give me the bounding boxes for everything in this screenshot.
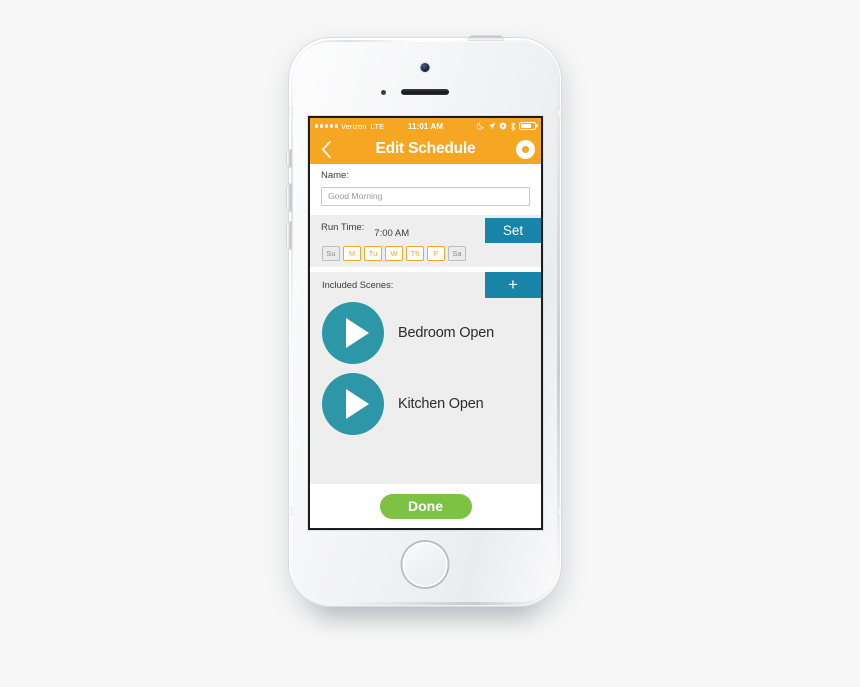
play-triangle: [345, 318, 369, 348]
list-item[interactable]: Bedroom Open: [310, 298, 541, 369]
home-button[interactable]: [402, 542, 448, 587]
day-button-sa[interactable]: Sa: [448, 245, 466, 261]
schedule-name-input[interactable]: [321, 186, 530, 206]
day-button-f[interactable]: F: [427, 245, 445, 261]
carrier-label: Verizon: [340, 121, 367, 131]
mute-switch[interactable]: [287, 150, 291, 167]
name-section: Name:: [310, 164, 541, 215]
signal-dot: [329, 124, 334, 128]
scene-name-label: Bedroom Open: [398, 325, 494, 341]
battery-fill: [521, 124, 532, 128]
status-bar-icons: [477, 121, 536, 131]
play-triangle: [345, 389, 369, 419]
add-scene-button[interactable]: +: [485, 271, 541, 298]
day-button-su[interactable]: Su: [322, 245, 340, 261]
status-bar: Verizon LTE 11:01 AM: [310, 118, 541, 134]
run-time-value: 7:00 AM: [374, 227, 410, 239]
antenna-band-right-bottom: [558, 508, 561, 515]
chevron-left-icon: [321, 140, 331, 158]
day-button-m[interactable]: M: [343, 245, 361, 261]
name-label: Name:: [321, 170, 349, 181]
signal-dot: [319, 124, 324, 128]
moon-icon: [477, 122, 484, 130]
play-icon[interactable]: [322, 373, 384, 435]
day-button-th[interactable]: Th: [406, 245, 424, 261]
page-title: Edit Schedule: [375, 140, 476, 157]
set-time-button[interactable]: Set: [485, 217, 541, 243]
antenna-band-right-top: [558, 110, 561, 117]
footer-bar: Done: [310, 484, 541, 528]
included-scenes-label: Included Scenes:: [322, 279, 394, 290]
antenna-band-left-bottom: [289, 508, 292, 515]
scene-name-label: Kitchen Open: [398, 396, 484, 412]
included-scenes-header: Included Scenes: +: [310, 271, 541, 298]
rotation-lock-icon: [499, 122, 507, 130]
signal-dot: [315, 124, 319, 128]
phone-screen: Verizon LTE 11:01 AM Edit Schedule Name:…: [310, 118, 541, 528]
signal-dot: [324, 124, 329, 128]
network-type-label: LTE: [370, 121, 385, 131]
run-time-row: Run Time: 7:00 AM Set: [310, 217, 541, 243]
iphone-device-frame: Verizon LTE 11:01 AM Edit Schedule Name:…: [287, 35, 561, 606]
bluetooth-icon: [510, 121, 516, 131]
done-button[interactable]: Done: [379, 493, 472, 519]
day-of-week-selector: Su M Tu W Th F Sa: [310, 242, 541, 261]
signal-dot: [334, 124, 338, 128]
proximity-sensor-icon: [381, 90, 386, 95]
play-icon[interactable]: [322, 302, 384, 364]
battery-icon: [519, 122, 536, 130]
front-camera-icon: [420, 63, 430, 72]
record-button-icon[interactable]: [516, 139, 535, 159]
volume-down-button[interactable]: [287, 222, 291, 249]
list-item[interactable]: Kitchen Open: [310, 369, 541, 440]
signal-strength-dots: [315, 124, 338, 128]
earpiece-speaker-icon: [401, 89, 449, 95]
back-button[interactable]: [316, 138, 336, 160]
record-dot: [522, 145, 529, 153]
included-scenes-section: Included Scenes: + Bedroom Open Kitchen …: [310, 271, 541, 485]
day-button-tu[interactable]: Tu: [364, 245, 382, 261]
screen-content: Name: Run Time: 7:00 AM Set Su M Tu W Th…: [310, 164, 541, 528]
navigation-bar: Edit Schedule: [310, 134, 541, 164]
run-time-section: Run Time: 7:00 AM Set Su M Tu W Th F Sa: [310, 214, 541, 267]
run-time-label: Run Time:: [321, 221, 365, 233]
volume-up-button[interactable]: [287, 184, 291, 211]
scene-list: Bedroom Open Kitchen Open: [310, 298, 541, 485]
power-button[interactable]: [469, 35, 503, 40]
location-arrow-icon: [488, 122, 496, 130]
antenna-band-left-top: [289, 108, 292, 115]
day-button-w[interactable]: W: [385, 245, 403, 261]
